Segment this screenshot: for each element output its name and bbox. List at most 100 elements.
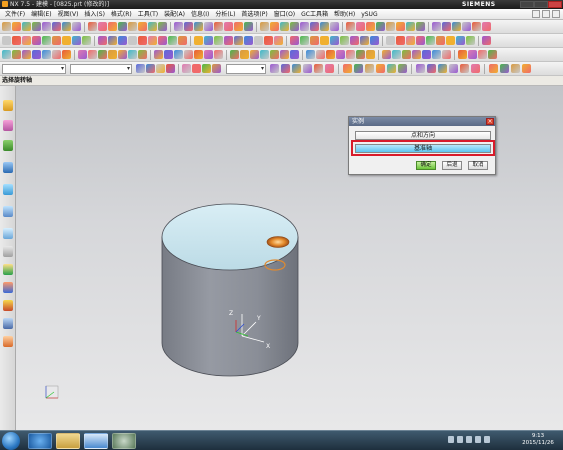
sketch-tool-icon[interactable] <box>250 50 259 59</box>
system-scenes-icon[interactable] <box>3 318 13 329</box>
standard-tool-icon[interactable] <box>330 22 339 31</box>
snap-tool-icon[interactable] <box>398 64 407 73</box>
feature-tool-icon[interactable] <box>350 36 359 45</box>
sketch-tool-icon[interactable] <box>22 50 31 59</box>
sketch-tool-icon[interactable] <box>184 50 193 59</box>
sketch-tool-icon[interactable] <box>32 50 41 59</box>
sketch-tool-icon[interactable] <box>280 50 289 59</box>
sketch-tool-icon[interactable] <box>488 50 497 59</box>
flag-icon[interactable] <box>484 436 490 443</box>
standard-tool-icon[interactable] <box>244 22 253 31</box>
selection-tool-icon[interactable] <box>146 64 155 73</box>
standard-tool-icon[interactable] <box>462 22 471 31</box>
standard-tool-icon[interactable] <box>386 22 395 31</box>
menu-information[interactable]: 信息(I) <box>188 9 212 20</box>
sketch-tool-icon[interactable] <box>230 50 239 59</box>
snap-tool-icon[interactable] <box>270 64 279 73</box>
sketch-tool-icon[interactable] <box>356 50 365 59</box>
menu-help[interactable]: 帮助(H) <box>331 9 358 20</box>
feature-tool-icon[interactable] <box>194 36 203 45</box>
taskbar-app-nx[interactable] <box>84 433 108 449</box>
web-browser-icon[interactable] <box>3 206 13 217</box>
selection-tool-icon[interactable] <box>136 64 145 73</box>
standard-tool-icon[interactable] <box>482 22 491 31</box>
feature-tool-icon[interactable] <box>118 36 127 45</box>
manufacturing-wizards-icon[interactable] <box>3 282 13 293</box>
sketch-tool-icon[interactable] <box>422 50 431 59</box>
tray-icon-1[interactable] <box>448 436 454 443</box>
standard-tool-icon[interactable] <box>320 22 329 31</box>
standard-tool-icon[interactable] <box>194 22 203 31</box>
feature-tool-icon[interactable] <box>274 36 283 45</box>
feature-tool-icon[interactable] <box>128 36 137 45</box>
sketch-tool-icon[interactable] <box>468 50 477 59</box>
maximize-button[interactable] <box>534 1 548 8</box>
standard-tool-icon[interactable] <box>88 22 97 31</box>
sketch-tool-icon[interactable] <box>432 50 441 59</box>
feature-tool-icon[interactable] <box>446 36 455 45</box>
sketch-tool-icon[interactable] <box>270 50 279 59</box>
part-navigator-icon[interactable] <box>3 140 13 151</box>
snap-tool-icon[interactable] <box>460 64 469 73</box>
standard-tool-icon[interactable] <box>310 22 319 31</box>
feature-tool-icon[interactable] <box>482 36 491 45</box>
standard-tool-icon[interactable] <box>204 22 213 31</box>
doc-minimize-button[interactable] <box>532 10 540 18</box>
sketch-tool-icon[interactable] <box>214 50 223 59</box>
sketch-tool-icon[interactable] <box>42 50 51 59</box>
sketch-tool-icon[interactable] <box>240 50 249 59</box>
feature-tool-icon[interactable] <box>98 36 107 45</box>
clock[interactable]: 9:13 2015/11/26 <box>520 433 556 447</box>
standard-tool-icon[interactable] <box>270 22 279 31</box>
standard-tool-icon[interactable] <box>184 22 193 31</box>
selection-tool-icon[interactable] <box>166 64 175 73</box>
snap-tool-icon[interactable] <box>303 64 312 73</box>
standard-tool-icon[interactable] <box>280 22 289 31</box>
feature-tool-icon[interactable] <box>370 36 379 45</box>
feature-tool-icon[interactable] <box>22 36 31 45</box>
feature-tool-icon[interactable] <box>204 36 213 45</box>
feature-tool-icon[interactable] <box>360 36 369 45</box>
sketch-tool-icon[interactable] <box>336 50 345 59</box>
snap-tool-icon[interactable] <box>500 64 509 73</box>
sketch-tool-icon[interactable] <box>128 50 137 59</box>
minimize-button[interactable] <box>520 1 534 8</box>
menu-format[interactable]: 格式(R) <box>108 9 135 20</box>
selection-tool-icon[interactable] <box>202 64 211 73</box>
feature-tool-icon[interactable] <box>310 36 319 45</box>
feature-tool-icon[interactable] <box>436 36 445 45</box>
standard-tool-icon[interactable] <box>290 22 299 31</box>
cancel-button[interactable]: 取消 <box>468 161 488 170</box>
feature-tool-icon[interactable] <box>426 36 435 45</box>
menu-ysug[interactable]: ySUG <box>358 9 380 20</box>
sketch-tool-icon[interactable] <box>12 50 21 59</box>
sketch-tool-icon[interactable] <box>478 50 487 59</box>
standard-tool-icon[interactable] <box>224 22 233 31</box>
network-icon[interactable] <box>466 436 472 443</box>
feature-tool-icon[interactable] <box>158 36 167 45</box>
taskbar-app-other[interactable] <box>112 433 136 449</box>
standard-tool-icon[interactable] <box>72 22 81 31</box>
standard-tool-icon[interactable] <box>128 22 137 31</box>
feature-tool-icon[interactable] <box>108 36 117 45</box>
standard-tool-icon[interactable] <box>416 22 425 31</box>
feature-tool-icon[interactable] <box>396 36 405 45</box>
feature-tool-icon[interactable] <box>264 36 273 45</box>
feature-tool-icon[interactable] <box>72 36 81 45</box>
sketch-tool-icon[interactable] <box>138 50 147 59</box>
snap-tool-icon[interactable] <box>325 64 334 73</box>
reuse-library-icon[interactable] <box>3 162 13 173</box>
taskbar-app-explorer[interactable] <box>56 433 80 449</box>
snap-tool-icon[interactable] <box>281 64 290 73</box>
standard-tool-icon[interactable] <box>158 22 167 31</box>
snap-tool-icon[interactable] <box>416 64 425 73</box>
feature-tool-icon[interactable] <box>466 36 475 45</box>
sketch-tool-icon[interactable] <box>326 50 335 59</box>
sketch-tool-icon[interactable] <box>366 50 375 59</box>
sketch-tool-icon[interactable] <box>204 50 213 59</box>
sketch-tool-icon[interactable] <box>62 50 71 59</box>
standard-tool-icon[interactable] <box>52 22 61 31</box>
sketch-tool-icon[interactable] <box>316 50 325 59</box>
standard-tool-icon[interactable] <box>406 22 415 31</box>
feature-tool-icon[interactable] <box>62 36 71 45</box>
